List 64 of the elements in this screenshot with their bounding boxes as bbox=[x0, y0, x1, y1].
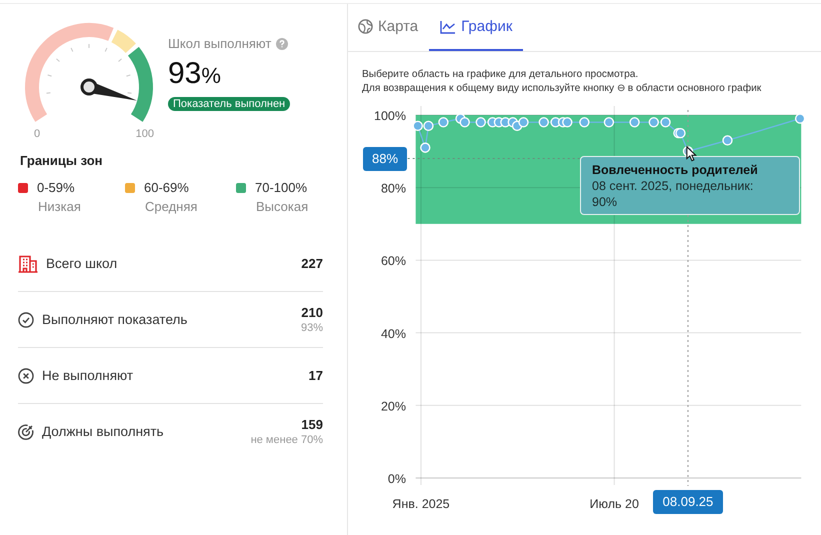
section-title: Границы зон bbox=[20, 153, 104, 168]
data-point bbox=[476, 117, 486, 128]
data-point bbox=[518, 117, 529, 128]
legend-label: Средняя bbox=[145, 199, 198, 214]
data-point bbox=[460, 117, 470, 128]
stat-value: 210 bbox=[301, 305, 323, 320]
data-point bbox=[629, 117, 640, 128]
legend-label: Высокая bbox=[256, 199, 308, 214]
tooltip-title: Вовлеченность родителей bbox=[592, 163, 759, 177]
axis-tick-label: Июль 20 bbox=[590, 497, 639, 511]
data-point bbox=[420, 142, 430, 153]
cross-circle-icon bbox=[18, 368, 34, 384]
data-point bbox=[412, 120, 423, 132]
crosshair-date-label: 08.09.25 bbox=[652, 490, 723, 514]
tab[interactable]: График bbox=[429, 4, 524, 51]
metric-title: Школ выполняют bbox=[168, 36, 272, 51]
axis-tick-label: 0% bbox=[388, 472, 406, 486]
legend-label: Низкая bbox=[38, 199, 82, 214]
axis-tick-label: 20% bbox=[380, 399, 406, 414]
axis-tick-label: 60% bbox=[380, 254, 406, 268]
help-icon[interactable] bbox=[276, 38, 288, 50]
building-icon bbox=[18, 254, 38, 272]
check-circle-icon bbox=[18, 312, 34, 328]
axis-tick-label: 100% bbox=[374, 109, 406, 123]
stat-label: Не выполняют bbox=[42, 368, 134, 383]
data-point bbox=[794, 113, 806, 124]
legend-range: 0-59% bbox=[37, 180, 75, 195]
axis-tick-label: 40% bbox=[380, 326, 406, 341]
stat-label: Должны выполнять bbox=[42, 424, 165, 439]
data-point bbox=[648, 117, 659, 128]
cursor-icon bbox=[686, 146, 697, 162]
stat-label: Всего школ bbox=[46, 256, 118, 271]
data-point bbox=[579, 117, 590, 128]
data-point bbox=[538, 117, 549, 128]
data-point bbox=[675, 128, 686, 138]
data-point bbox=[660, 117, 671, 128]
line-chart-icon bbox=[440, 20, 456, 34]
globe-icon bbox=[358, 19, 373, 34]
scale-label: 0 bbox=[34, 128, 40, 140]
data-point bbox=[604, 117, 614, 128]
data-point bbox=[438, 117, 449, 128]
status-badge: Показатель выполнен bbox=[168, 97, 290, 111]
legend-range: 70-100% bbox=[255, 180, 308, 195]
stat-note: 93% bbox=[300, 322, 323, 334]
data-point bbox=[562, 117, 572, 128]
target-icon bbox=[18, 424, 34, 440]
legend-range: 60-69% bbox=[144, 180, 189, 195]
stat-value: 17 bbox=[308, 368, 323, 383]
axis-tick-label: Янв. 2025 bbox=[392, 497, 450, 511]
stat-value: 159 bbox=[301, 417, 323, 432]
stat-label: Выполняют показатель bbox=[42, 312, 188, 327]
tooltip-value: 90% bbox=[592, 195, 618, 209]
data-point bbox=[423, 120, 434, 132]
scale-label: 100 bbox=[136, 128, 154, 140]
instruction-text: Выберите область на графике для детального просмотра. bbox=[362, 68, 640, 82]
axis-tick-label: 80% bbox=[380, 182, 406, 196]
tooltip-text: 08 сент. 2025, понедельник: bbox=[592, 179, 754, 193]
crosshair-value-label: 88% bbox=[363, 146, 407, 171]
instruction-text: Для возвращения к общему виду используйте кнопку ⊖ в области основного график bbox=[362, 82, 762, 96]
stat-value: 227 bbox=[301, 256, 323, 271]
stat-note: не менее 70% bbox=[250, 434, 323, 446]
data-point bbox=[722, 135, 733, 146]
tab[interactable]: Карта bbox=[358, 4, 430, 51]
metric-value: 93% bbox=[168, 57, 221, 91]
